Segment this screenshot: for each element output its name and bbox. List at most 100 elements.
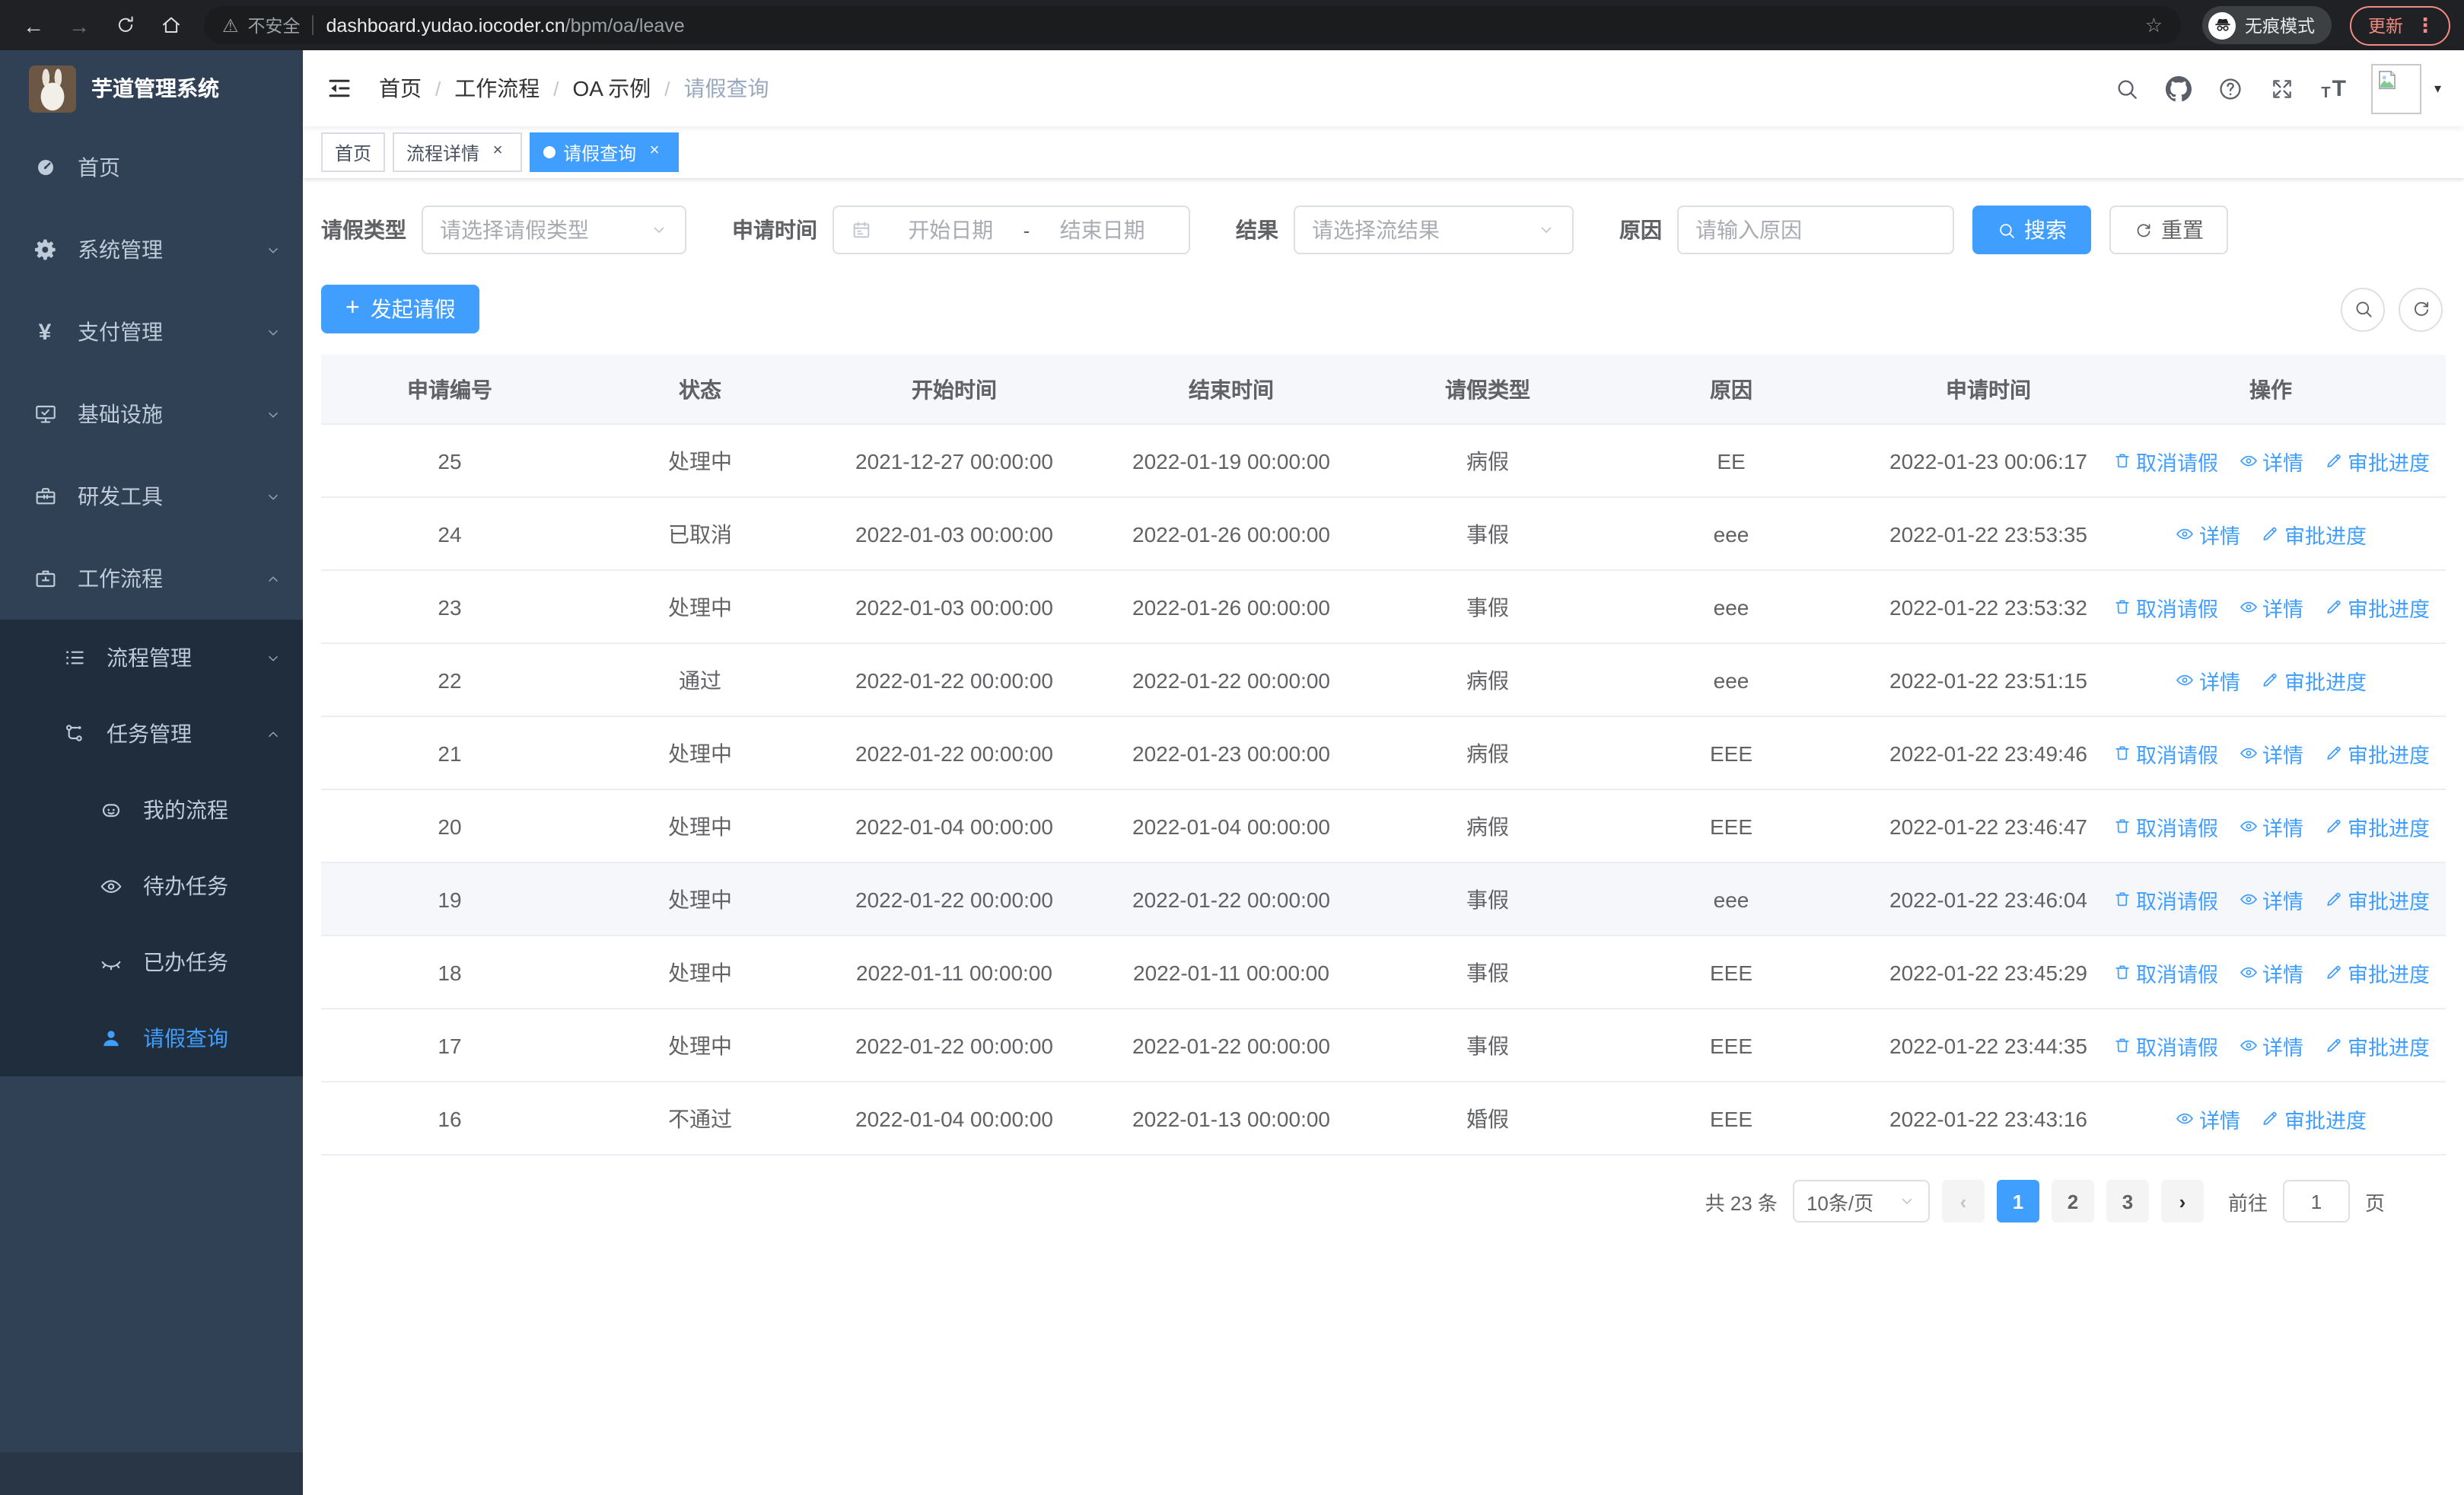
sidebar-item-dev-tools[interactable]: 研发工具 [0,455,303,537]
approval-progress-action[interactable]: 审批进度 [2323,445,2430,476]
tab-home[interactable]: 首页 [321,132,386,172]
view-detail-action[interactable]: 详情 [2238,811,2303,841]
fold-sidebar-icon[interactable] [326,75,353,102]
caret-down-icon[interactable]: ▾ [2434,80,2441,97]
approval-progress-action[interactable]: 审批进度 [2260,665,2367,695]
breadcrumb-item[interactable]: 首页 [379,73,422,104]
prev-page-button[interactable]: ‹ [1941,1180,1985,1222]
incognito-badge: 无痕模式 [2202,6,2332,44]
page-button-3[interactable]: 3 [2106,1180,2149,1222]
leave-type-placeholder: 请选择请假类型 [440,218,589,242]
approval-progress-action[interactable]: 审批进度 [2323,1030,2430,1060]
next-page-button[interactable]: › [2160,1180,2204,1222]
reload-icon[interactable] [105,5,145,45]
approval-progress-action[interactable]: 审批进度 [2323,884,2430,914]
edit-icon [2323,451,2343,470]
sidebar-item-system-management[interactable]: 系统管理 [0,209,303,291]
edit-icon [2323,743,2343,763]
apply-time-range-picker[interactable]: 开始日期 - 结束日期 [832,206,1190,254]
breadcrumb-separator: / [664,77,670,100]
tab-leave-query[interactable]: 请假查询 × [530,132,680,172]
calendar-icon [851,219,872,241]
font-size-icon[interactable]: TT [2321,75,2346,101]
cancel-leave-action[interactable]: 取消请假 [2112,591,2218,622]
sidebar-item-task-management[interactable]: 任务管理 [0,696,303,772]
approval-progress-action[interactable]: 审批进度 [2260,518,2367,549]
table-refresh-button[interactable] [2399,287,2443,331]
cancel-leave-action[interactable]: 取消请假 [2112,957,2218,987]
reset-button[interactable]: 重置 [2109,206,2228,254]
table-row: 16 不通过 2022-01-04 00:00:00 2022-01-13 00:00… [321,1082,2446,1156]
url-text[interactable]: dashboard.yudao.iocoder.cn/bpm/oa/leave [326,14,685,36]
approval-progress-action[interactable]: 审批进度 [2323,811,2430,841]
reason-input[interactable] [1677,206,1954,254]
sidebar-item-workflow[interactable]: 工作流程 [0,537,303,620]
page-size-select[interactable]: 10条/页 [1792,1180,1930,1222]
page-button-2[interactable]: 2 [2051,1180,2094,1222]
kebab-menu-icon[interactable]: ⋮ [2415,13,2435,37]
update-button[interactable]: 更新 ⋮ [2350,5,2450,45]
sidebar-item-infrastructure[interactable]: 基础设施 [0,373,303,455]
approval-progress-action[interactable]: 审批进度 [2323,738,2430,768]
create-leave-button[interactable]: + 发起请假 [321,285,480,333]
view-detail-action[interactable]: 详情 [2175,1103,2240,1133]
tab-label: 流程详情 [406,142,480,164]
cell-leave-type: 事假 [1466,887,1509,911]
sidebar-item-label: 工作流程 [78,566,163,591]
sidebar-item-process-management[interactable]: 流程管理 [0,620,303,696]
end-date-placeholder[interactable]: 结束日期 [1033,215,1172,245]
sidebar-item-my-process[interactable]: 我的流程 [0,772,303,848]
start-date-placeholder[interactable]: 开始日期 [881,215,1020,245]
approval-progress-action[interactable]: 审批进度 [2323,957,2430,987]
approval-progress-action[interactable]: 审批进度 [2323,591,2430,622]
address-bar[interactable]: ⚠ 不安全 dashboard.yudao.iocoder.cn/bpm/oa/… [204,6,2181,44]
page-button-1[interactable]: 1 [1996,1180,2039,1222]
view-detail-action[interactable]: 详情 [2238,1030,2303,1060]
approval-progress-action[interactable]: 审批进度 [2260,1103,2367,1133]
leave-type-select[interactable]: 请选择请假类型 [422,206,686,254]
cancel-leave-action[interactable]: 取消请假 [2112,738,2218,768]
edit-icon [2323,962,2343,982]
view-detail-action[interactable]: 详情 [2238,445,2303,476]
breadcrumb-item[interactable]: 工作流程 [454,73,540,104]
close-icon[interactable]: × [644,142,665,163]
sidebar-item-todo-tasks[interactable]: 待办任务 [0,848,303,924]
view-detail-action[interactable]: 详情 [2238,738,2303,768]
github-icon[interactable] [2166,75,2192,101]
tab-process-detail[interactable]: 流程详情 × [393,132,523,172]
cancel-leave-action[interactable]: 取消请假 [2112,884,2218,914]
sidebar-item-done-tasks[interactable]: 已办任务 [0,924,303,1000]
breadcrumb-item[interactable]: OA 示例 [573,73,651,104]
action-label: 取消请假 [2136,598,2218,620]
edit-icon [2323,1035,2343,1055]
search-icon[interactable] [2114,75,2140,101]
cancel-leave-action[interactable]: 取消请假 [2112,445,2218,476]
bookmark-star-icon[interactable]: ☆ [2145,13,2163,37]
fullscreen-icon[interactable] [2269,75,2295,101]
sidebar-item-payment-management[interactable]: ¥ 支付管理 [0,291,303,373]
home-icon[interactable] [151,5,190,45]
security-label[interactable]: 不安全 [248,13,301,37]
result-select[interactable]: 请选择流结果 [1294,206,1574,254]
view-detail-action[interactable]: 详情 [2238,591,2303,622]
logo[interactable]: 芋道管理系统 [0,50,303,126]
plus-icon: + [345,295,360,321]
cell-status: 处理中 [668,741,732,765]
view-detail-action[interactable]: 详情 [2238,884,2303,914]
table-search-button[interactable] [2341,287,2385,331]
help-icon[interactable] [2217,75,2243,101]
action-label: 审批进度 [2284,1109,2367,1132]
view-detail-action[interactable]: 详情 [2175,665,2240,695]
search-button[interactable]: 搜索 [1972,206,2091,254]
view-detail-action[interactable]: 详情 [2238,957,2303,987]
close-icon[interactable]: × [487,142,508,163]
cancel-leave-action[interactable]: 取消请假 [2112,811,2218,841]
avatar[interactable] [2371,63,2422,113]
goto-page-input[interactable] [2282,1180,2350,1222]
back-icon[interactable]: ← [14,5,53,45]
sidebar-item-home[interactable]: 首页 [0,126,303,209]
forward-icon[interactable]: → [59,5,99,45]
view-detail-action[interactable]: 详情 [2175,518,2240,549]
sidebar-item-leave-query[interactable]: 请假查询 [0,1000,303,1076]
cancel-leave-action[interactable]: 取消请假 [2112,1030,2218,1060]
